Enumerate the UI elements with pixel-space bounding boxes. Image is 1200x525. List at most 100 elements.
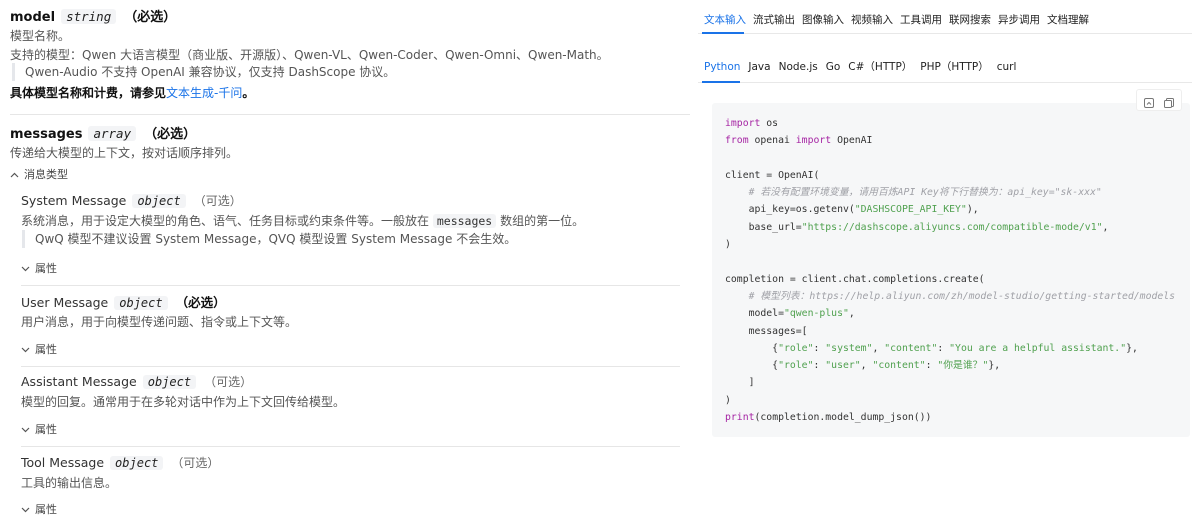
code-token: "role" — [778, 342, 814, 354]
code-token: ), — [966, 204, 979, 216]
toggle-label: 属性 — [35, 262, 57, 275]
code-token: ] — [725, 377, 755, 389]
param-model-header: model string （必选） — [10, 6, 176, 25]
code-token: from — [725, 135, 749, 147]
code-line: messages=[ — [725, 323, 1175, 340]
code-line: {"role": "system", "content": "You are a… — [725, 340, 1175, 357]
code-token: openai — [748, 135, 796, 147]
tool-message-attr-toggle[interactable]: 属性 — [21, 501, 57, 517]
param-requirement: （必选） — [124, 10, 177, 25]
tab-java[interactable]: Java — [748, 61, 770, 79]
tabs-divider — [698, 33, 1192, 34]
tab-doc-understanding[interactable]: 文档理解 — [1047, 12, 1089, 33]
tab-image-input[interactable]: 图像输入 — [802, 12, 844, 33]
tool-message-desc: 工具的输出信息。 — [21, 476, 118, 490]
system-message-attr-toggle[interactable]: 属性 — [21, 260, 57, 276]
code-token: "你是谁？" — [937, 360, 989, 372]
desc-text: 数组的第一位。 — [500, 214, 585, 228]
code-block: import os from openai import OpenAI clien… — [712, 89, 1190, 437]
language-tabs: Python Java Node.js Go C#（HTTP） PHP（HTTP） curl — [704, 59, 1024, 80]
param-model-desc: 模型名称。 — [10, 29, 71, 43]
code-token: "user" — [825, 360, 861, 372]
assistant-message-attr-toggle[interactable]: 属性 — [21, 421, 57, 437]
param-messages-desc: 传递给大模型的上下文，按对话顺序排列。 — [10, 146, 239, 160]
pricing-link[interactable]: 文本生成-千问 — [166, 86, 242, 100]
tab-python[interactable]: Python — [704, 61, 740, 79]
code-token: { — [725, 342, 779, 354]
code-line: print(completion.model_dump_json()) — [725, 409, 1175, 426]
sub-param-requirement: （可选） — [204, 375, 253, 389]
param-name: messages — [10, 127, 83, 142]
code-token: import — [795, 135, 832, 147]
tab-php[interactable]: PHP（HTTP） — [920, 59, 988, 80]
code-token: ) — [725, 239, 731, 251]
toggle-label: 属性 — [35, 503, 57, 516]
code-token: "role" — [778, 360, 814, 372]
inline-code: messages — [432, 214, 497, 228]
tab-curl[interactable]: curl — [997, 61, 1017, 79]
code-token: messages=[ — [725, 325, 808, 337]
system-message-desc: 系统消息，用于设定大模型的角色、语气、任务目标或约束条件等。一般放在 messa… — [21, 212, 584, 229]
assistant-message-desc: 模型的回复。通常用于在多轮对话中作为上下文回传给模型。 — [21, 395, 346, 409]
message-types-toggle[interactable]: 消息类型 — [10, 166, 68, 182]
code-line: base_url="https://dashscope.aliyuncs.com… — [725, 219, 1175, 236]
code-token: model= — [725, 308, 784, 320]
code-toolbar — [1136, 89, 1182, 111]
sub-param-type: object — [114, 296, 168, 310]
code-token: os — [760, 118, 779, 129]
chevron-up-icon — [10, 170, 21, 181]
param-messages-header: messages array （必选） — [10, 123, 196, 142]
code-token: : — [813, 360, 826, 372]
tab-async[interactable]: 异步调用 — [998, 12, 1040, 33]
code-token: (completion.model_dump_json()) — [754, 412, 932, 424]
tab-go[interactable]: Go — [826, 61, 841, 79]
code-token: "https://dashscope.aliyuncs.com/compatib… — [801, 221, 1103, 233]
param-type: array — [88, 126, 137, 141]
chevron-down-icon — [21, 505, 32, 516]
code-token: ) — [725, 394, 731, 406]
pricing-prefix: 具体模型名称和计费，请参见 — [10, 86, 167, 100]
code-token: : — [813, 342, 826, 354]
code-token: api_key=os.getenv( — [725, 204, 855, 216]
code-line: completion = client.chat.completions.cre… — [725, 271, 1175, 288]
tab-web-search[interactable]: 联网搜索 — [949, 12, 991, 33]
sub-param-type: object — [142, 375, 197, 389]
chevron-down-icon — [21, 425, 32, 436]
sub-param-type: object — [132, 194, 186, 208]
toggle-label: 属性 — [35, 343, 57, 356]
active-lang-indicator — [702, 81, 740, 83]
code-token: : — [925, 360, 938, 372]
tab-streaming[interactable]: 流式输出 — [753, 12, 795, 33]
param-type: string — [61, 9, 117, 24]
code-token: "content" — [872, 360, 926, 372]
code-content: import os from openai import OpenAI clien… — [725, 115, 1175, 426]
user-message-attr-toggle[interactable]: 属性 — [21, 341, 57, 357]
open-in-editor-icon[interactable] — [1143, 94, 1155, 108]
tab-tool-calling[interactable]: 工具调用 — [900, 12, 942, 33]
code-token: : — [937, 342, 950, 354]
code-token: OpenAI — [831, 135, 873, 147]
code-token: , — [848, 308, 855, 320]
user-message-header: User Message object （必选） — [21, 292, 226, 311]
tab-nodejs[interactable]: Node.js — [779, 61, 818, 79]
sub-param-type: object — [110, 456, 164, 470]
example-tabs: 文本输入 流式输出 图像输入 视频输入 工具调用 联网搜索 异步调用 文档理解 — [704, 12, 1096, 33]
lang-tabs-divider — [698, 82, 1192, 83]
tab-csharp[interactable]: C#（HTTP） — [848, 59, 912, 80]
tool-message-header: Tool Message object （可选） — [21, 454, 219, 471]
parameter-docs: model string （必选） 模型名称。 支持的模型：Qwen 大语言模型（商… — [0, 0, 690, 525]
chevron-down-icon — [21, 264, 32, 275]
tab-video-input[interactable]: 视频输入 — [851, 12, 893, 33]
param-model-pricing: 具体模型名称和计费，请参见文本生成-千问。 — [10, 84, 254, 101]
copy-icon[interactable] — [1163, 94, 1175, 108]
code-line: ) — [725, 392, 1175, 409]
code-token: , — [872, 342, 885, 354]
code-token: base_url= — [725, 221, 802, 233]
sub-param-name: Assistant Message — [21, 374, 137, 389]
code-token: , — [1102, 221, 1109, 233]
tab-text-input[interactable]: 文本输入 — [704, 12, 746, 33]
divider — [21, 366, 680, 367]
code-token: }, — [1126, 342, 1138, 354]
